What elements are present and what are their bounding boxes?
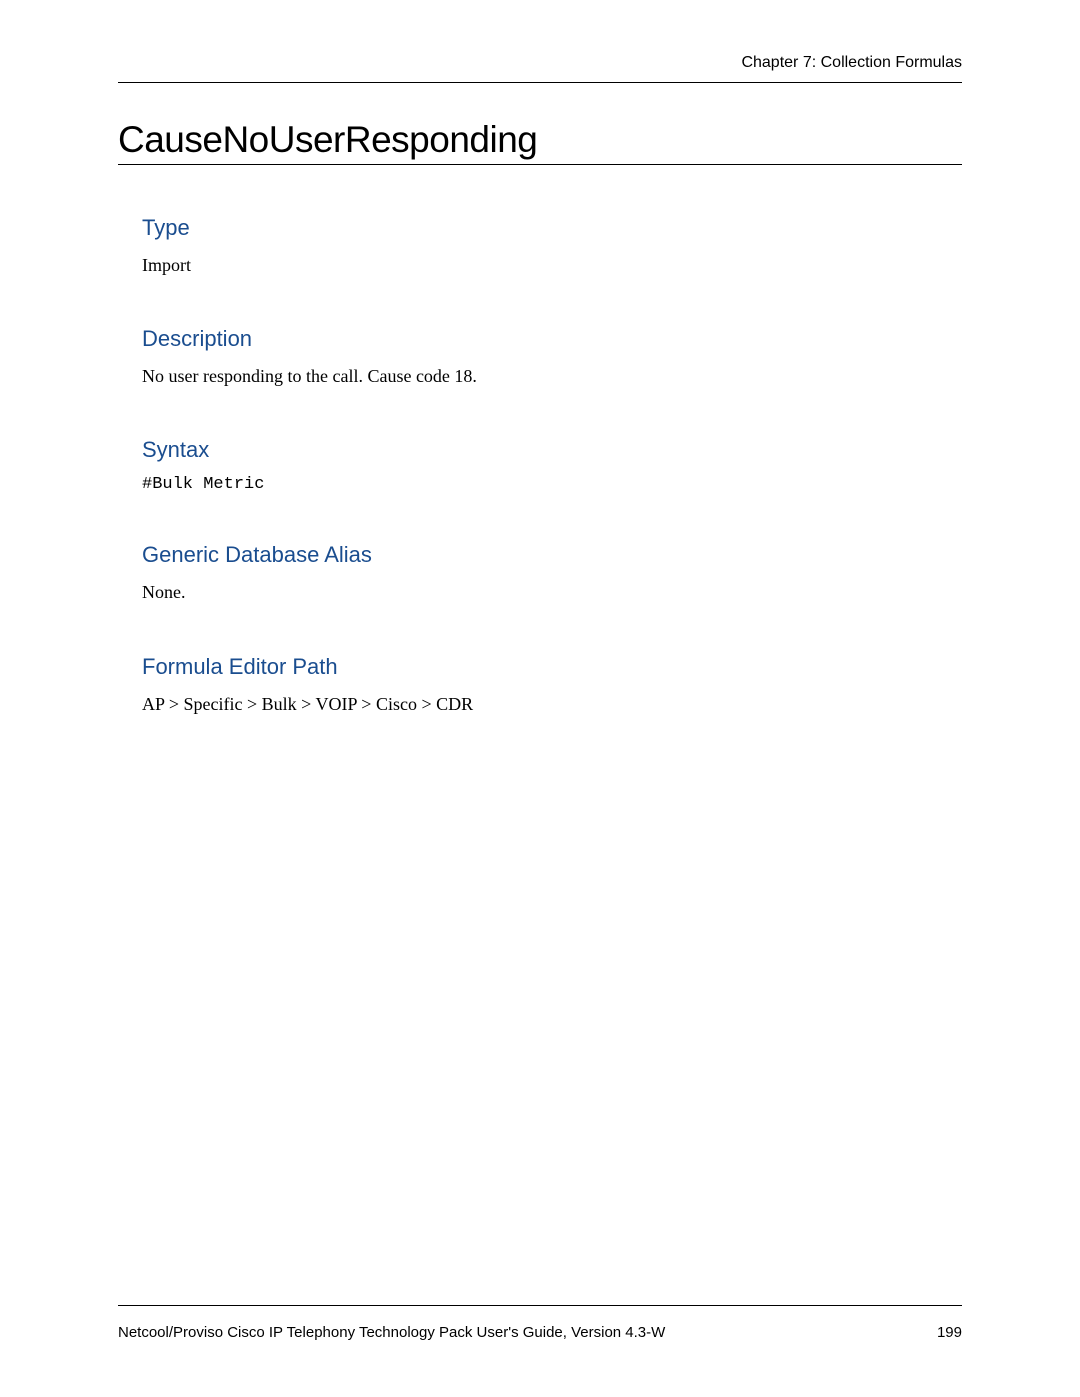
page-container: Chapter 7: Collection Formulas CauseNoUs… <box>0 0 1080 1397</box>
page-title: CauseNoUserResponding <box>118 119 962 165</box>
description-heading: Description <box>142 326 962 352</box>
alias-body: None. <box>142 580 962 605</box>
page-footer: Netcool/Proviso Cisco IP Telephony Techn… <box>118 1306 962 1397</box>
type-heading: Type <box>142 215 962 241</box>
type-body: Import <box>142 253 962 278</box>
footer-guide-title: Netcool/Proviso Cisco IP Telephony Techn… <box>118 1324 665 1341</box>
syntax-heading: Syntax <box>142 437 962 463</box>
path-body: AP > Specific > Bulk > VOIP > Cisco > CD… <box>142 692 962 717</box>
path-heading: Formula Editor Path <box>142 654 962 680</box>
content-area: Type Import Description No user respondi… <box>118 165 962 1305</box>
footer-page-number: 199 <box>937 1324 962 1341</box>
page-header: Chapter 7: Collection Formulas <box>118 54 962 83</box>
alias-heading: Generic Database Alias <box>142 542 962 568</box>
syntax-body: #Bulk Metric <box>142 475 962 494</box>
description-body: No user responding to the call. Cause co… <box>142 364 962 389</box>
chapter-label: Chapter 7: Collection Formulas <box>741 54 962 71</box>
